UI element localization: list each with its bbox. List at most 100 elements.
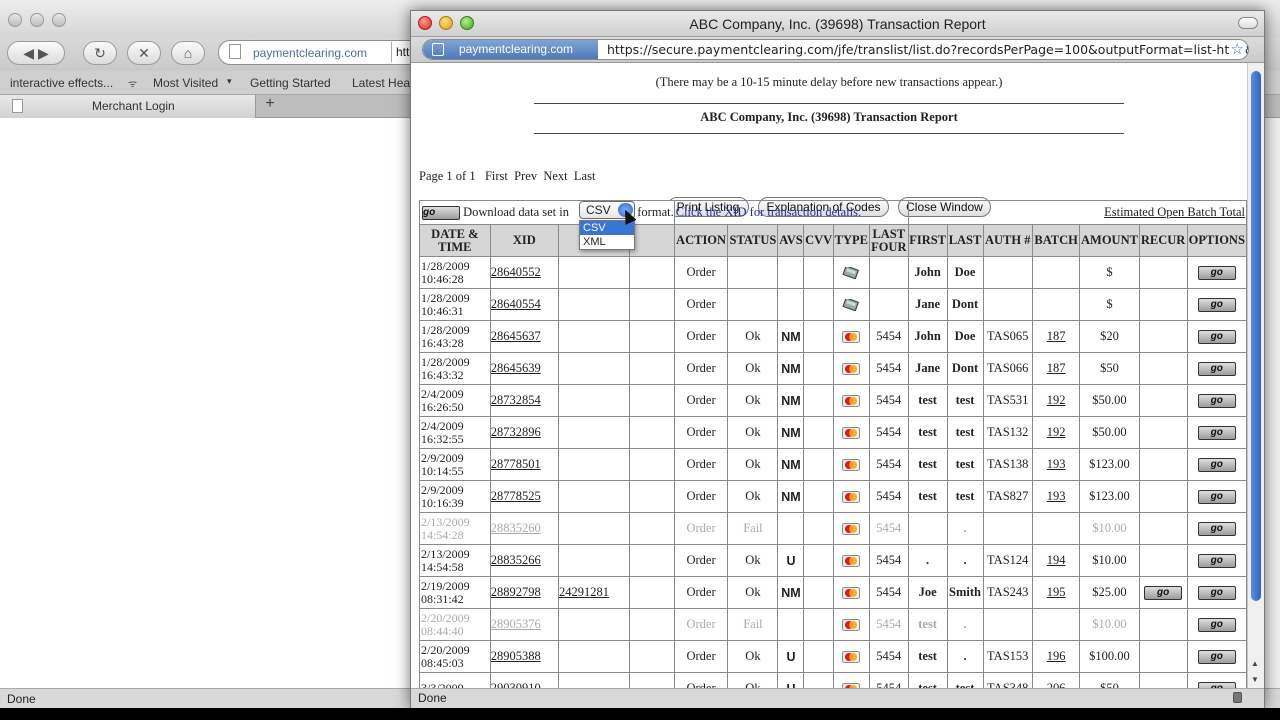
close-light-icon[interactable] [8, 13, 22, 27]
row-xid: 28645639 [489, 352, 559, 385]
row-batch-link[interactable]: 192 [1047, 393, 1066, 407]
row-type [832, 672, 870, 688]
mastercard-icon [842, 331, 861, 344]
transactions-table: go Download data set in format. Click th… [419, 200, 1247, 688]
options-go-button[interactable]: go [1197, 650, 1236, 665]
row-batch-link[interactable]: 193 [1047, 457, 1066, 471]
row-date-time: 1/28/2009 10:46:31 [419, 288, 491, 321]
row-cvv [803, 448, 834, 481]
row-xid-link[interactable]: 28778501 [491, 457, 540, 471]
zoom-window-icon[interactable] [460, 16, 474, 30]
options-go-button[interactable]: go [1197, 266, 1236, 281]
background-scrollbar[interactable] [1264, 118, 1280, 688]
options-go-button[interactable]: go [1197, 394, 1236, 409]
row-xid-link[interactable]: 28645637 [491, 329, 540, 343]
row-batch-link[interactable]: 196 [1047, 649, 1066, 663]
row-xid-link[interactable]: 28640552 [491, 265, 540, 279]
row-xid-link[interactable]: 28835266 [491, 553, 540, 567]
row-date-time: 1/28/2009 16:43:32 [419, 352, 491, 385]
row-options: go [1186, 416, 1247, 449]
row-first-name: John [907, 320, 948, 353]
back-forward-button[interactable]: ◀ ▶ [7, 41, 65, 65]
tab-merchant-login[interactable]: Merchant Login [0, 95, 256, 118]
table-row: 2/9/2009 10:14:55 28778501 Order Ok NM 5454 tes… [419, 448, 1247, 481]
row-xid-link[interactable]: 29030910 [491, 681, 540, 688]
estimated-batch-total-link[interactable]: Estimated Open Batch Total [907, 200, 1247, 225]
options-go-button[interactable]: go [1197, 458, 1236, 473]
bookmark-latest-headlines[interactable]: Latest Hea [352, 76, 410, 90]
bookmark-interactive-effects[interactable]: interactive effects... [10, 76, 113, 90]
background-url-site: paymentclearing.com [253, 46, 368, 60]
row-xid-link[interactable]: 28645639 [491, 361, 540, 375]
row-batch-link[interactable]: 187 [1047, 329, 1066, 343]
row-pxid [557, 512, 630, 545]
popup-vertical-scrollbar[interactable]: ▲ ▼ [1247, 63, 1264, 688]
row-xid: 28892798 [489, 576, 559, 609]
options-go-button[interactable]: go [1197, 490, 1236, 505]
bookmark-getting-started[interactable]: Getting Started [250, 76, 331, 90]
reload-button[interactable]: ↻ [83, 41, 117, 65]
minimize-window-icon[interactable] [439, 16, 453, 30]
batch-total-link-text[interactable]: Estimated Open Batch Total [1104, 205, 1245, 219]
row-xid-link[interactable]: 28732854 [491, 393, 540, 407]
stop-button[interactable]: ✕ [127, 41, 161, 65]
row-action: Order [673, 384, 729, 417]
row-xid-link[interactable]: 28835260 [491, 521, 540, 535]
options-go-button[interactable]: go [1197, 426, 1236, 441]
row-batch-link[interactable]: 192 [1047, 425, 1066, 439]
next-page-link[interactable]: Next [543, 169, 567, 183]
row-first-name [907, 512, 948, 545]
options-go-button[interactable]: go [1197, 298, 1236, 313]
row-batch-link[interactable]: 194 [1047, 553, 1066, 567]
options-go-button[interactable]: go [1197, 362, 1236, 377]
row-xid-link[interactable]: 28905388 [491, 649, 540, 663]
close-window-icon[interactable] [418, 16, 432, 30]
row-date-time: 2/9/2009 10:14:55 [419, 448, 491, 481]
table-row: 2/9/2009 10:16:39 28778525 Order Ok NM 5454 tes… [419, 480, 1247, 513]
options-go-button[interactable]: go [1197, 522, 1236, 537]
new-tab-button[interactable]: + [258, 95, 282, 118]
row-time: 10:14:55 [421, 463, 464, 478]
row-batch-link[interactable]: 187 [1047, 361, 1066, 375]
row-blank [628, 544, 675, 577]
bookmark-most-visited[interactable]: Most Visited [153, 76, 218, 90]
row-last-name: . [946, 640, 984, 673]
zoom-light-icon[interactable] [52, 13, 66, 27]
row-batch-link[interactable]: 195 [1047, 585, 1066, 599]
background-url-field[interactable]: paymentclearing.com htt [218, 40, 428, 65]
options-go-button[interactable]: go [1197, 618, 1236, 633]
last-page-link[interactable]: Last [574, 169, 596, 183]
home-button[interactable]: ⌂ [171, 41, 205, 65]
row-pxid [557, 416, 630, 449]
row-xid-link[interactable]: 28905376 [491, 617, 540, 631]
row-action: Order [673, 448, 729, 481]
bookmark-star-icon[interactable]: ☆ [1228, 40, 1244, 58]
row-xid-link[interactable]: 28892798 [491, 585, 540, 599]
popup-url-field[interactable]: paymentclearing.com https://secure.payme… [422, 39, 1249, 60]
minimize-light-icon[interactable] [30, 13, 44, 27]
row-batch-link[interactable]: 193 [1047, 489, 1066, 503]
options-go-button[interactable]: go [1197, 330, 1236, 345]
row-batch-link[interactable]: 206 [1047, 681, 1066, 688]
mastercard-icon [842, 427, 861, 440]
row-pxid-link[interactable]: 24291281 [559, 585, 609, 599]
row-amount: $123.00 [1079, 448, 1140, 481]
first-page-link[interactable]: First [485, 169, 508, 183]
row-xid: 28905376 [489, 608, 559, 641]
row-xid-link[interactable]: 28778525 [491, 489, 540, 503]
scroll-up-icon[interactable]: ▲ [1251, 659, 1259, 668]
row-xid-link[interactable]: 28732896 [491, 425, 540, 439]
scroll-down-icon[interactable]: ▼ [1251, 675, 1259, 684]
prev-page-link[interactable]: Prev [514, 169, 537, 183]
row-pxid [557, 640, 630, 673]
format-option-xml[interactable]: XML [580, 235, 634, 249]
options-go-button[interactable]: go [1197, 586, 1236, 601]
toolbar-toggle-icon[interactable] [1238, 17, 1258, 29]
transaction-rows: 1/28/2009 10:46:28 28640552 Order John Doe $ go… [419, 256, 1247, 688]
options-go-button[interactable]: go [1197, 554, 1236, 569]
scrollbar-thumb[interactable] [1251, 71, 1261, 601]
row-last-name: . [946, 544, 984, 577]
download-go-button[interactable]: go [422, 206, 460, 221]
recur-go-button[interactable]: go [1144, 586, 1183, 601]
row-xid-link[interactable]: 28640554 [491, 297, 540, 311]
